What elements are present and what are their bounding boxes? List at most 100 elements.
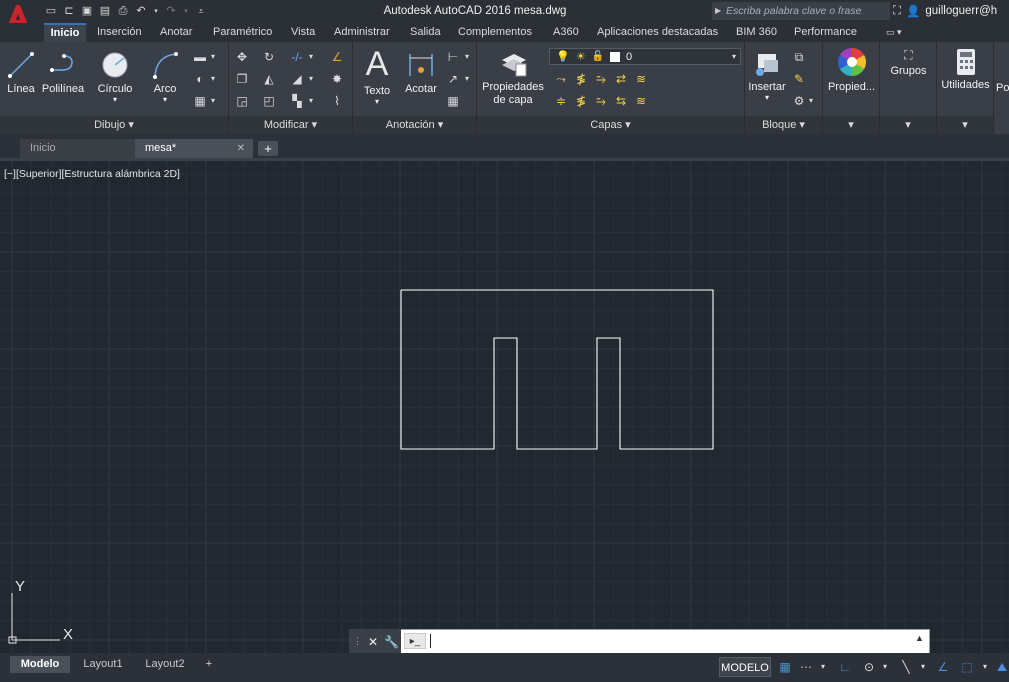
tab-insercion[interactable]: Inserción	[97, 23, 142, 42]
undo-icon[interactable]: ↶	[134, 5, 148, 18]
text-button[interactable]: A Texto ▾	[359, 46, 395, 106]
layer-properties-button[interactable]: Propiedades de capa	[479, 48, 547, 107]
object-snap-icon[interactable]: ⬚	[958, 659, 976, 675]
region-icon[interactable]: ▦	[192, 94, 208, 108]
viewport-controls[interactable]: [−][Superior][Estructura alámbrica 2D]	[4, 168, 180, 180]
line-button[interactable]: Línea	[4, 50, 38, 96]
offset-icon[interactable]: ⌇	[329, 94, 345, 108]
layer-tool-10-icon[interactable]: ≋	[633, 94, 649, 108]
block-attributes-dropdown-icon[interactable]: ▾	[807, 94, 815, 108]
search-input[interactable]: Escriba palabra clave o frase	[712, 2, 890, 20]
linear-dim-icon[interactable]: ⊢	[445, 50, 461, 64]
layer-tool-9-icon[interactable]: ⇆	[613, 94, 629, 108]
tab-performance[interactable]: Performance	[794, 23, 857, 42]
circle-dropdown-icon[interactable]: ▾	[92, 96, 138, 104]
ribbon-display-toggle[interactable]: ▭ ▾	[886, 23, 902, 42]
erase-icon[interactable]: ∠	[329, 50, 345, 64]
model-space-button[interactable]: MODELO	[719, 657, 771, 677]
explode-icon[interactable]: ✸	[329, 72, 345, 86]
polar-dropdown-icon[interactable]: ▾	[880, 659, 890, 675]
isodraft-icon[interactable]: ╲	[897, 659, 915, 675]
tab-a360[interactable]: A360	[553, 23, 579, 42]
hatch-dropdown-icon[interactable]: ▾	[209, 72, 217, 86]
tab-vista[interactable]: Vista	[291, 23, 315, 42]
layer-tool-8-icon[interactable]: ⥲	[593, 94, 609, 108]
linear-dim-dropdown-icon[interactable]: ▾	[463, 50, 471, 64]
insert-dropdown-icon[interactable]: ▾	[747, 94, 787, 102]
snap-dropdown-icon[interactable]: ▾	[818, 659, 828, 675]
groups-button[interactable]: ⛶ Grupos	[882, 48, 935, 78]
sun-icon[interactable]: ☀	[576, 50, 586, 63]
panel-title-modificar[interactable]: Modificar ▾	[229, 116, 352, 134]
tab-bim360[interactable]: BIM 360	[736, 23, 777, 42]
object-snap-dropdown-icon[interactable]: ▾	[980, 659, 990, 675]
leader-dropdown-icon[interactable]: ▾	[463, 72, 471, 86]
properties-button[interactable]: Propied...	[825, 46, 878, 94]
save-as-icon[interactable]: ▤	[98, 5, 112, 18]
tab-anotar[interactable]: Anotar	[160, 23, 192, 42]
layout-tab-layout2[interactable]: Layout2	[135, 656, 195, 673]
table-icon[interactable]: ▦	[445, 94, 461, 108]
tab-administrar[interactable]: Administrar	[334, 23, 390, 42]
panel-title-anotacion[interactable]: Anotación ▾	[353, 116, 476, 134]
panel-title-dibujo[interactable]: Dibujo ▾	[0, 116, 228, 134]
layer-tool-4-icon[interactable]: ⇄	[613, 72, 629, 86]
create-block-icon[interactable]: ⧉	[791, 50, 807, 64]
grid-toggle-icon[interactable]: ▦	[777, 659, 793, 675]
new-icon[interactable]: ▭	[44, 5, 58, 18]
layout-tab-layout1[interactable]: Layout1	[73, 656, 133, 673]
move-icon[interactable]: ✥	[234, 50, 250, 64]
layer-tool-2-icon[interactable]: ≸	[573, 72, 589, 86]
print-icon[interactable]: ⎙	[116, 5, 130, 18]
redo-icon[interactable]: ↷	[164, 5, 178, 18]
command-line[interactable]	[349, 629, 930, 654]
arc-button[interactable]: Arco ▾	[145, 50, 185, 104]
close-icon[interactable]: ✕	[368, 635, 378, 649]
mirror-icon[interactable]: ◭	[261, 72, 277, 86]
layer-color-swatch[interactable]	[610, 51, 621, 62]
panel-title-grupos-dropdown[interactable]: ▾	[880, 116, 936, 134]
layout-tab-modelo[interactable]: Modelo	[10, 656, 70, 673]
grip-icon[interactable]: ⋮	[353, 636, 362, 647]
table-outline-drawing[interactable]	[400, 289, 714, 450]
array-dropdown-icon[interactable]: ▾	[307, 94, 315, 108]
leader-icon[interactable]: ↗	[445, 72, 461, 86]
polyline-button[interactable]: Polilínea	[40, 50, 86, 96]
circle-button[interactable]: Círculo ▾	[92, 50, 138, 104]
layer-tool-1-icon[interactable]: ⤳	[553, 72, 569, 86]
lock-icon[interactable]: 🔓	[592, 51, 604, 62]
arc-dropdown-icon[interactable]: ▾	[145, 96, 185, 104]
layer-tool-5-icon[interactable]: ≋	[633, 72, 649, 86]
layer-tool-7-icon[interactable]: ≸	[573, 94, 589, 108]
text-dropdown-icon[interactable]: ▾	[359, 98, 395, 106]
panel-title-propiedades-dropdown[interactable]: ▾	[823, 116, 879, 134]
cut-off-panel-label[interactable]: Po	[996, 82, 1009, 94]
doc-tab-inicio[interactable]: Inicio	[20, 139, 135, 158]
bulb-icon[interactable]: 💡	[556, 50, 570, 63]
wrench-icon[interactable]: 🔧	[384, 635, 399, 649]
layer-dropdown[interactable]: 💡 ☀ 🔓 0 ▾	[549, 48, 741, 65]
redo-dropdown-icon[interactable]: ▾	[182, 5, 190, 18]
fillet-dropdown-icon[interactable]: ▾	[307, 72, 315, 86]
dimension-button[interactable]: Acotar	[401, 50, 441, 96]
tab-parametrico[interactable]: Paramétrico	[213, 23, 272, 42]
rectangle-dropdown-icon[interactable]: ▾	[209, 50, 217, 64]
array-icon[interactable]: ▚	[289, 94, 305, 108]
tab-salida[interactable]: Salida	[410, 23, 441, 42]
tab-complementos[interactable]: Complementos	[458, 23, 532, 42]
panel-title-capas[interactable]: Capas ▾	[477, 116, 744, 134]
customize-icon[interactable]: ⩡	[194, 5, 208, 18]
add-layout-button[interactable]: +	[200, 656, 218, 673]
layer-dropdown-arrow-icon[interactable]: ▾	[732, 52, 736, 61]
close-icon[interactable]: ✕	[237, 139, 245, 158]
polar-icon[interactable]: ⊙	[860, 659, 878, 675]
trim-icon[interactable]: -/-	[289, 50, 305, 64]
region-dropdown-icon[interactable]: ▾	[209, 94, 217, 108]
block-attributes-icon[interactable]: ⚙	[791, 94, 807, 108]
annotation-icon[interactable]: ⛰	[995, 659, 1009, 675]
panel-title-utilidades-dropdown[interactable]: ▾	[937, 116, 993, 134]
trim-dropdown-icon[interactable]: ▾	[307, 50, 315, 64]
command-history-icon[interactable]: ▲	[915, 633, 924, 643]
panel-title-bloque[interactable]: Bloque ▾	[745, 116, 822, 134]
search-expand-icon[interactable]: ▶	[715, 2, 725, 20]
